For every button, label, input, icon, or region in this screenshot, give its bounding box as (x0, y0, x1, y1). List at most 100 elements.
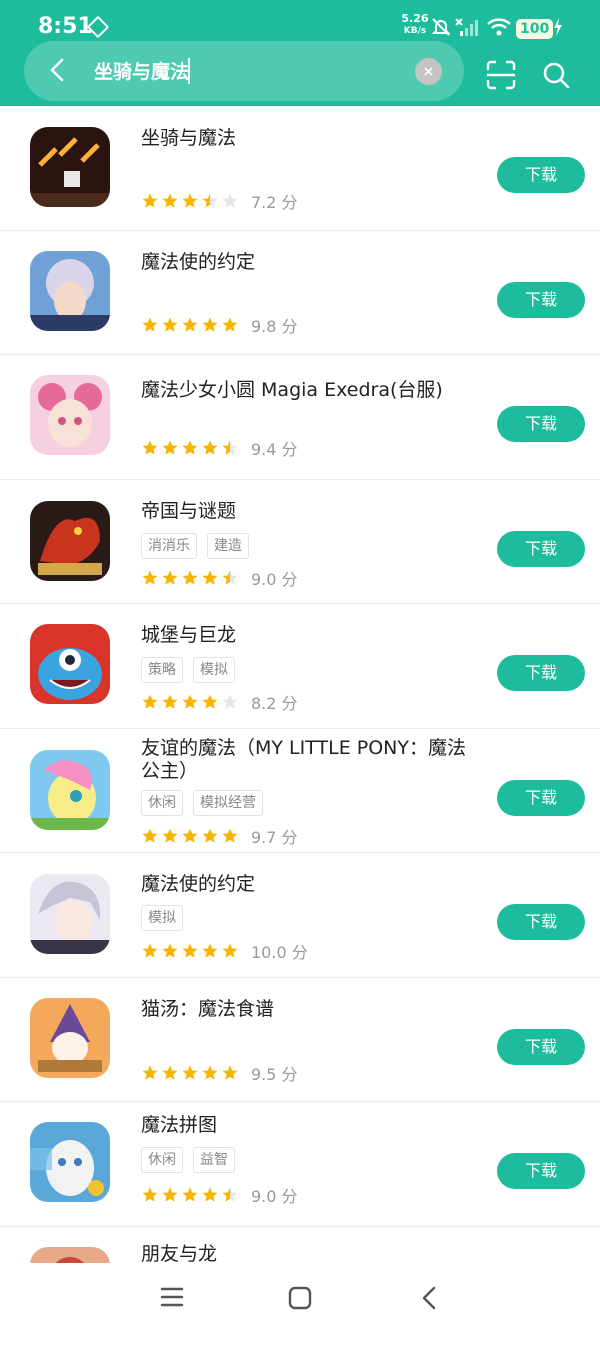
list-item[interactable]: 城堡与巨龙 策略 模拟 8.2 分 下载 (0, 604, 600, 729)
star-icon (141, 693, 159, 711)
search-box[interactable] (24, 41, 464, 101)
app-name: 帝国与谜题 (141, 500, 471, 523)
rating: 8.2 分 (141, 690, 298, 714)
tag[interactable]: 消消乐 (141, 533, 197, 559)
list-item[interactable]: 魔法使的约定 模拟 10.0 分 下载 (0, 853, 600, 978)
list-item[interactable]: 魔法拼图 休闲 益智 9.0 分 下载 (0, 1102, 600, 1227)
list-item[interactable]: 魔法少女小圆 Magia Exedra(台服) 9.4 分 下载 (0, 355, 600, 480)
star-icon (141, 1064, 159, 1082)
star-icon (201, 827, 219, 845)
menu-icon[interactable] (160, 1285, 184, 1309)
star-rating (141, 192, 241, 210)
search-icon[interactable] (542, 61, 570, 89)
score: 7.2 分 (251, 189, 298, 213)
star-rating (141, 1064, 241, 1082)
tag[interactable]: 模拟 (141, 905, 183, 931)
app-icon[interactable] (30, 375, 110, 455)
app-icon[interactable] (30, 251, 110, 331)
battery-icon: 100 (516, 19, 553, 39)
tag[interactable]: 模拟 (193, 657, 235, 683)
tag[interactable]: 建造 (207, 533, 249, 559)
result-list: 坐骑与魔法 7.2 分 下载 魔法使的约定 (0, 106, 600, 1351)
download-button[interactable]: 下载 (497, 780, 585, 816)
status-bar: 8:51 5.26 KB/s 100 (0, 0, 600, 44)
app-icon[interactable] (30, 624, 110, 704)
star-icon (161, 942, 179, 960)
app-name: 魔法使的约定 (141, 873, 471, 896)
tag[interactable]: 益智 (193, 1147, 235, 1173)
rating: 7.2 分 (141, 189, 298, 213)
app-icon[interactable] (30, 127, 110, 207)
star-rating (141, 827, 241, 845)
download-button[interactable]: 下载 (497, 904, 585, 940)
star-rating (141, 569, 241, 587)
rating: 9.0 分 (141, 566, 298, 590)
tag[interactable]: 休闲 (141, 1147, 183, 1173)
tag-list: 策略 模拟 (141, 657, 245, 683)
score: 9.0 分 (251, 566, 298, 590)
tag[interactable]: 模拟经营 (193, 790, 263, 816)
home-icon[interactable] (288, 1286, 312, 1310)
rating: 9.0 分 (141, 1183, 298, 1207)
score: 9.0 分 (251, 1183, 298, 1207)
net-speed-value: 5.26 (398, 14, 432, 24)
app-icon[interactable] (30, 501, 110, 581)
scan-icon[interactable] (486, 60, 516, 90)
star-rating (141, 693, 241, 711)
star-icon (141, 569, 159, 587)
list-item[interactable]: 魔法使的约定 9.8 分 下载 (0, 231, 600, 356)
score: 9.7 分 (251, 824, 298, 848)
star-icon (161, 569, 179, 587)
net-speed-unit: KB/s (398, 26, 432, 36)
rating: 9.8 分 (141, 313, 298, 337)
download-button[interactable]: 下载 (497, 282, 585, 318)
tag[interactable]: 休闲 (141, 790, 183, 816)
app-icon[interactable] (30, 750, 110, 830)
tag-list: 消消乐 建造 (141, 533, 259, 559)
download-button[interactable]: 下载 (497, 531, 585, 567)
app-icon[interactable] (30, 1122, 110, 1202)
header: 8:51 5.26 KB/s 100 坐骑与魔法 (0, 0, 600, 106)
download-button[interactable]: 下载 (497, 406, 585, 442)
app-icon[interactable] (30, 998, 110, 1078)
star-icon (141, 1186, 159, 1204)
app-name: 魔法拼图 (141, 1114, 471, 1137)
download-button[interactable]: 下载 (497, 1153, 585, 1189)
star-empty-icon (221, 192, 239, 210)
charging-icon (552, 16, 564, 38)
star-half-icon (221, 569, 239, 587)
back-nav-icon[interactable] (418, 1285, 440, 1311)
star-icon (161, 439, 179, 457)
list-item[interactable]: 帝国与谜题 消消乐 建造 9.0 分 下载 (0, 480, 600, 605)
download-button[interactable]: 下载 (497, 1029, 585, 1065)
download-button[interactable]: 下载 (497, 655, 585, 691)
download-button[interactable]: 下载 (497, 157, 585, 193)
search-input[interactable]: 坐骑与魔法 (94, 57, 189, 84)
star-icon (141, 192, 159, 210)
star-empty-icon (221, 693, 239, 711)
star-icon (181, 1186, 199, 1204)
star-half-icon (221, 1186, 239, 1204)
star-icon (141, 827, 159, 845)
star-half-icon (221, 439, 239, 457)
star-icon (221, 316, 239, 334)
star-icon (201, 693, 219, 711)
status-time: 8:51 (38, 14, 93, 39)
wifi-icon (486, 16, 512, 38)
score: 8.2 分 (251, 690, 298, 714)
star-icon (221, 827, 239, 845)
back-icon[interactable] (44, 56, 72, 84)
list-item[interactable]: 友谊的魔法（MY LITTLE PONY：魔法公主） 休闲 模拟经营 9.7 分… (0, 729, 600, 854)
star-half-icon (201, 192, 219, 210)
clear-icon[interactable] (415, 58, 442, 85)
star-icon (141, 316, 159, 334)
star-icon (201, 569, 219, 587)
list-item[interactable]: 猫汤：魔法食谱 9.5 分 下载 (0, 978, 600, 1103)
list-item[interactable]: 坐骑与魔法 7.2 分 下载 (0, 106, 600, 231)
star-icon (201, 1064, 219, 1082)
mute-bell-icon (430, 16, 452, 38)
star-icon (221, 942, 239, 960)
app-icon[interactable] (30, 874, 110, 954)
app-name: 魔法少女小圆 Magia Exedra(台服) (141, 379, 471, 402)
tag[interactable]: 策略 (141, 657, 183, 683)
